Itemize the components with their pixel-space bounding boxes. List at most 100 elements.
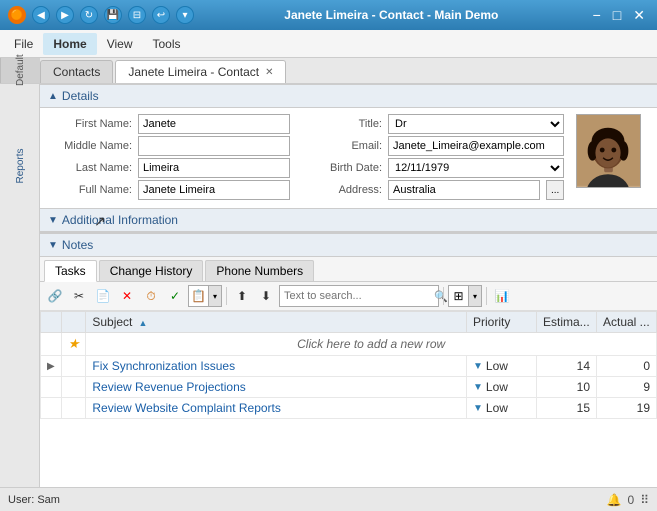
dropdown-button[interactable]: ▾ bbox=[176, 6, 194, 24]
more-split-button: 📋 ▾ bbox=[188, 285, 222, 307]
search-input[interactable] bbox=[280, 288, 430, 304]
row3-priority: ▼ Low bbox=[467, 398, 537, 419]
middle-name-label: Middle Name: bbox=[52, 140, 132, 152]
menu-view[interactable]: View bbox=[97, 33, 143, 55]
email-label: Email: bbox=[302, 140, 382, 152]
row2-subject[interactable]: Review Revenue Projections bbox=[86, 377, 467, 398]
new-tool-button[interactable]: 📄 bbox=[92, 285, 114, 307]
complete-tool-button[interactable]: ✓ bbox=[164, 285, 186, 307]
more-tool-button[interactable]: 📋 bbox=[188, 285, 208, 307]
row3-subject[interactable]: Review Website Complaint Reports bbox=[86, 398, 467, 419]
grid-view-button[interactable]: ⊞ bbox=[448, 285, 468, 307]
tab-contacts[interactable]: Contacts bbox=[40, 60, 113, 83]
tab-tasks[interactable]: Tasks bbox=[44, 260, 97, 282]
birth-date-row: Birth Date: 12/11/1979 bbox=[302, 158, 564, 178]
row1-expand[interactable]: ▶ bbox=[41, 356, 62, 377]
more-dropdown-arrow[interactable]: ▾ bbox=[208, 285, 222, 307]
expand-icon[interactable]: ▶ bbox=[47, 361, 55, 372]
tab-contact-detail[interactable]: Janete Limeira - Contact ✕ bbox=[115, 60, 286, 83]
grid-icon[interactable]: ⠿ bbox=[640, 493, 649, 507]
side-panel: Reports bbox=[0, 84, 40, 487]
details-form: First Name: Middle Name: Last Name: bbox=[40, 108, 657, 208]
cut-tool-button[interactable]: ✂ bbox=[68, 285, 90, 307]
details-header[interactable]: ▲ Details bbox=[40, 84, 657, 108]
delete-tool-button[interactable]: ✕ bbox=[116, 285, 138, 307]
save-button[interactable]: 💾 bbox=[104, 6, 122, 24]
layout-button[interactable]: ⊟ bbox=[128, 6, 146, 24]
title-row: Title: Dr bbox=[302, 114, 564, 134]
maximize-button[interactable]: □ bbox=[609, 7, 625, 24]
menu-file[interactable]: File bbox=[4, 33, 43, 55]
row3-actual: 19 bbox=[597, 398, 657, 419]
add-new-row[interactable]: ★ Click here to add a new row bbox=[41, 333, 657, 356]
row2-priority: ▼ Low bbox=[467, 377, 537, 398]
row3-subject-text: Review Website Complaint Reports bbox=[92, 401, 281, 415]
th-estimated-label: Estima... bbox=[543, 315, 590, 329]
add-row-expand bbox=[41, 333, 62, 356]
add-row-text[interactable]: Click here to add a new row bbox=[86, 333, 657, 356]
tab-phone-numbers[interactable]: Phone Numbers bbox=[205, 260, 314, 281]
th-estimated[interactable]: Estima... bbox=[537, 312, 597, 333]
nav-up-button[interactable]: ⬆ bbox=[231, 285, 253, 307]
nav-forward-button[interactable]: ▶ bbox=[56, 6, 74, 24]
first-name-input[interactable] bbox=[138, 114, 290, 134]
close-button[interactable]: ✕ bbox=[629, 7, 649, 24]
sort-icon: ▲ bbox=[138, 318, 147, 328]
additional-info-title: Additional Information bbox=[62, 213, 178, 227]
email-input[interactable] bbox=[388, 136, 564, 156]
notification-count: 0 bbox=[628, 493, 635, 507]
full-name-input[interactable] bbox=[138, 180, 290, 200]
th-expand bbox=[41, 312, 62, 333]
notes-header[interactable]: ▼ Notes bbox=[40, 233, 657, 257]
window-controls: − □ ✕ bbox=[589, 7, 649, 24]
timer-tool-button[interactable]: ⏱ bbox=[140, 285, 162, 307]
row3-star bbox=[61, 398, 86, 419]
task-table: Subject ▲ Priority Estima... Actual ... bbox=[40, 311, 657, 419]
row3-actual-text: 19 bbox=[637, 401, 650, 415]
title-select[interactable]: Dr bbox=[388, 114, 564, 134]
avatar-svg bbox=[577, 114, 640, 187]
details-title: Details bbox=[62, 89, 99, 103]
last-name-label: Last Name: bbox=[52, 162, 132, 174]
refresh-button[interactable]: ↻ bbox=[80, 6, 98, 24]
view-dropdown-arrow[interactable]: ▾ bbox=[468, 285, 482, 307]
row1-priority-text: Low bbox=[486, 359, 508, 373]
priority-arrow-icon: ▼ bbox=[473, 361, 483, 372]
task-toolbar: 🔗 ✂ 📄 ✕ ⏱ ✓ 📋 ▾ ⬆ ⬇ 🔍 bbox=[40, 282, 657, 311]
tab-change-history[interactable]: Change History bbox=[99, 260, 204, 281]
tab-close-button[interactable]: ✕ bbox=[265, 67, 273, 78]
first-name-row: First Name: bbox=[52, 114, 290, 134]
tab-change-history-label: Change History bbox=[110, 264, 193, 278]
address-more-icon[interactable]: ... bbox=[546, 180, 564, 200]
last-name-input[interactable] bbox=[138, 158, 290, 178]
full-name-row: Full Name: bbox=[52, 180, 290, 200]
th-priority[interactable]: Priority bbox=[467, 312, 537, 333]
nav-back-button[interactable]: ◀ bbox=[32, 6, 50, 24]
app-icon-button[interactable]: 🟠 bbox=[8, 6, 26, 24]
tab-contacts-label: Contacts bbox=[53, 65, 100, 79]
th-actual[interactable]: Actual ... bbox=[597, 312, 657, 333]
reports-icon[interactable]: Reports bbox=[6, 141, 34, 191]
birth-date-select[interactable]: 12/11/1979 bbox=[388, 158, 564, 178]
additional-info-header[interactable]: ▼ Additional Information ↗ bbox=[40, 208, 657, 232]
notes-arrow-icon: ▼ bbox=[48, 240, 58, 251]
link-tool-button[interactable]: 🔗 bbox=[44, 285, 66, 307]
nav-down-button[interactable]: ⬇ bbox=[255, 285, 277, 307]
row1-subject[interactable]: Fix Synchronization Issues bbox=[86, 356, 467, 377]
row1-est-text: 14 bbox=[577, 359, 590, 373]
th-subject[interactable]: Subject ▲ bbox=[86, 312, 467, 333]
details-right: Title: Dr Email: Birth Date: bbox=[302, 114, 564, 202]
undo-button[interactable]: ↩ bbox=[152, 6, 170, 24]
row3-est-text: 15 bbox=[577, 401, 590, 415]
minimize-button[interactable]: − bbox=[589, 7, 605, 24]
chart-button[interactable]: 📊 bbox=[491, 285, 513, 307]
address-input[interactable] bbox=[388, 180, 540, 200]
menu-tools[interactable]: Tools bbox=[142, 33, 190, 55]
title-bar: 🟠 ◀ ▶ ↻ 💾 ⊟ ↩ ▾ Janete Limeira - Contact… bbox=[0, 0, 657, 30]
details-section: ▲ Details First Name: Middle Name: bbox=[40, 84, 657, 208]
title-label: Title: bbox=[302, 118, 382, 130]
separator-2 bbox=[443, 287, 444, 305]
menu-home[interactable]: Home bbox=[43, 33, 96, 55]
middle-name-input[interactable] bbox=[138, 136, 290, 156]
details-arrow-icon: ▲ bbox=[48, 91, 58, 102]
